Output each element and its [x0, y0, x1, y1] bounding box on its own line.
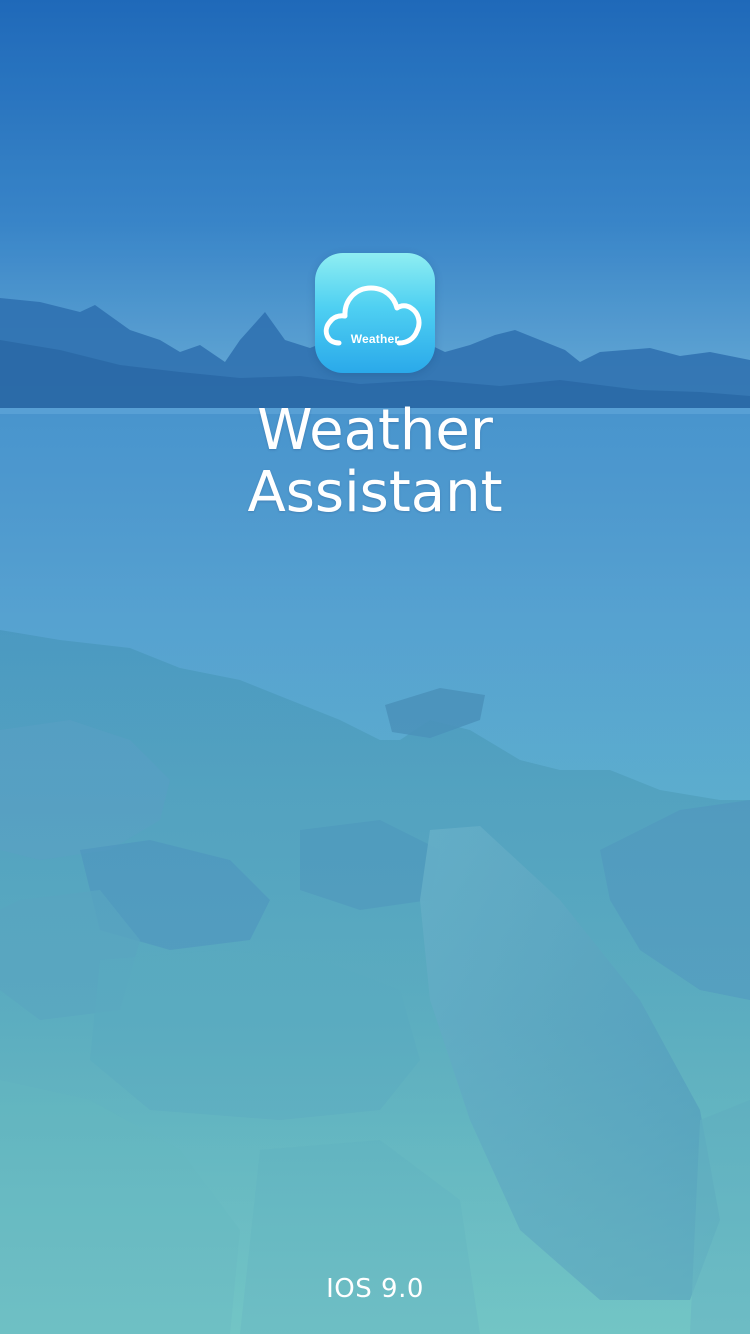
background-landscape — [0, 0, 750, 1334]
splash-screen: Weather Weather Assistant IOS 9.0 — [0, 0, 750, 1334]
app-title-line-1: Weather — [257, 398, 493, 463]
icon-label: Weather — [350, 332, 400, 346]
app-icon: Weather — [315, 253, 435, 373]
weather-cloud-icon — [323, 285, 422, 346]
version-label: IOS 9.0 — [326, 1274, 424, 1304]
app-title: Weather Assistant — [0, 400, 750, 524]
app-title-line-2: Assistant — [247, 460, 503, 525]
